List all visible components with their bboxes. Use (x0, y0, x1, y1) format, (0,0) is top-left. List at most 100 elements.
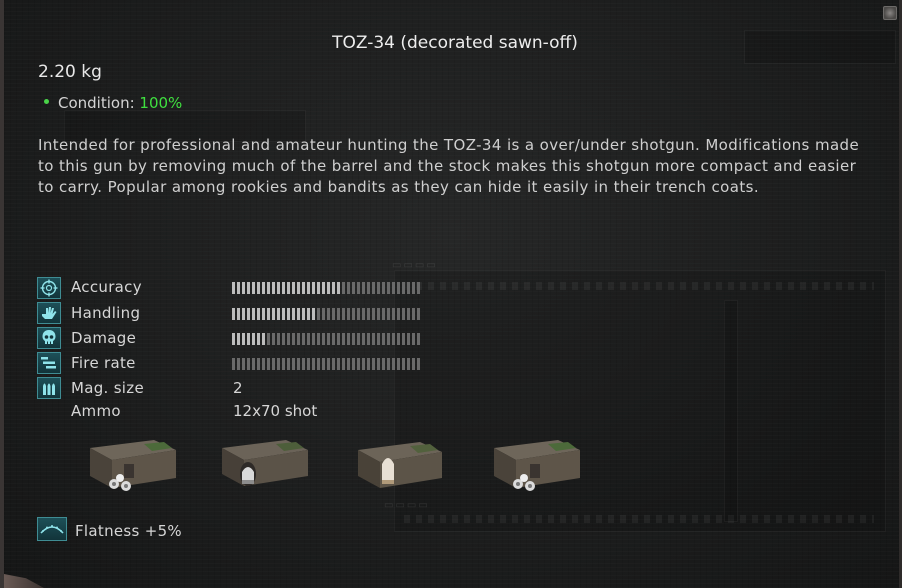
stat-bar-damage (232, 333, 422, 345)
stat-bar-segment (357, 358, 360, 370)
bullets-icon (37, 377, 61, 399)
stat-bar-segment (297, 358, 300, 370)
stat-bar-segment (382, 358, 385, 370)
stat-label-accuracy: Accuracy (71, 278, 142, 296)
stat-bar-segment (237, 333, 240, 345)
stat-value-mag-size: 2 (233, 379, 243, 397)
buckshot-box-icon[interactable] (84, 434, 180, 496)
stat-bar-segment (287, 358, 290, 370)
stat-bar-segment (252, 333, 255, 345)
stat-bar-segment (357, 282, 360, 294)
stat-label-ammo: Ammo (71, 402, 121, 420)
stat-bar-segment (347, 282, 350, 294)
stat-label-fire-rate: Fire rate (71, 354, 136, 372)
stat-bar-segment (262, 282, 265, 294)
stat-bar-segment (367, 358, 370, 370)
stat-bar-segment (317, 308, 320, 320)
stat-bar-segment (282, 358, 285, 370)
close-button[interactable] (883, 6, 897, 20)
stat-bar-segment (417, 308, 420, 320)
stat-bar-segment (302, 282, 305, 294)
item-weight: 2.20 kg (38, 62, 102, 82)
condition-label: Condition: (58, 94, 135, 112)
stat-bar-segment (402, 333, 405, 345)
stat-bar-segment (237, 358, 240, 370)
stat-bar-segment (257, 282, 260, 294)
stat-bar-segment (387, 358, 390, 370)
stat-bar-segment (282, 282, 285, 294)
stat-bar-segment (302, 333, 305, 345)
stat-bar-segment (242, 282, 245, 294)
item-title: TOZ-34 (decorated sawn-off) (332, 33, 578, 53)
stat-bar-segment (347, 333, 350, 345)
stat-bar-segment (342, 308, 345, 320)
stat-bar-segment (287, 282, 290, 294)
stat-bar-segment (362, 358, 365, 370)
stat-bar-segment (352, 282, 355, 294)
stat-bar-segment (392, 358, 395, 370)
stat-bar-segment (357, 333, 360, 345)
frame-corner (4, 574, 44, 588)
stat-bar-handling (232, 308, 422, 320)
stat-bar-segment (292, 308, 295, 320)
stat-bar-segment (342, 358, 345, 370)
stat-bar-segment (317, 333, 320, 345)
stat-bar-segment (312, 358, 315, 370)
stat-bar-segment (332, 333, 335, 345)
stat-bar-segment (392, 333, 395, 345)
stat-bar-segment (412, 358, 415, 370)
stat-bar-segment (332, 282, 335, 294)
stat-bar-segment (292, 358, 295, 370)
stat-bar-segment (392, 308, 395, 320)
background-decoration: ▭▭▭▭ (392, 260, 438, 271)
stat-bar-segment (287, 333, 290, 345)
stat-bar-segment (322, 333, 325, 345)
stat-bar-segment (402, 358, 405, 370)
dart-box-icon[interactable] (354, 434, 450, 496)
stat-bar-segment (337, 358, 340, 370)
stat-bar-segment (362, 282, 365, 294)
stat-bar-segment (272, 308, 275, 320)
stat-bar-segment (232, 308, 235, 320)
stat-bar-segment (327, 282, 330, 294)
condition-row: Condition: 100% (44, 94, 182, 112)
stat-bar-segment (312, 308, 315, 320)
crosshair-icon (37, 277, 61, 299)
slug-box-icon[interactable] (218, 434, 314, 496)
stat-bar-segment (357, 308, 360, 320)
stat-bar-segment (417, 333, 420, 345)
stat-bar-segment (342, 333, 345, 345)
stat-bar-segment (342, 282, 345, 294)
stat-bar-segment (412, 333, 415, 345)
stat-bar-segment (407, 333, 410, 345)
stat-bar-segment (277, 308, 280, 320)
stat-bar-segment (277, 358, 280, 370)
stat-bar-segment (322, 308, 325, 320)
stat-bar-segment (412, 282, 415, 294)
stat-bar-segment (247, 308, 250, 320)
stat-bar-segment (397, 358, 400, 370)
stat-bar-segment (322, 282, 325, 294)
stat-bar-segment (302, 308, 305, 320)
stat-bar-segment (372, 308, 375, 320)
stat-bar-segment (297, 282, 300, 294)
stat-bar-segment (367, 333, 370, 345)
stat-bar-segment (282, 308, 285, 320)
stat-bar-segment (347, 358, 350, 370)
stat-bar-segment (387, 333, 390, 345)
buckshot-box-icon[interactable] (490, 434, 586, 496)
stat-bar-segment (312, 282, 315, 294)
stat-bar-segment (332, 308, 335, 320)
stat-bar-segment (237, 282, 240, 294)
stat-bar-segment (247, 333, 250, 345)
background-decoration (404, 282, 874, 290)
stat-bar-segment (322, 358, 325, 370)
stat-bar-accuracy (232, 282, 422, 294)
stat-bar-segment (337, 333, 340, 345)
stat-bar-segment (402, 282, 405, 294)
stat-bar-segment (327, 358, 330, 370)
stat-bar-fire-rate (232, 358, 422, 370)
background-decoration: ▭▭▭▭ (384, 500, 430, 511)
stat-bar-segment (392, 282, 395, 294)
item-description: Intended for professional and amateur hu… (38, 136, 860, 196)
